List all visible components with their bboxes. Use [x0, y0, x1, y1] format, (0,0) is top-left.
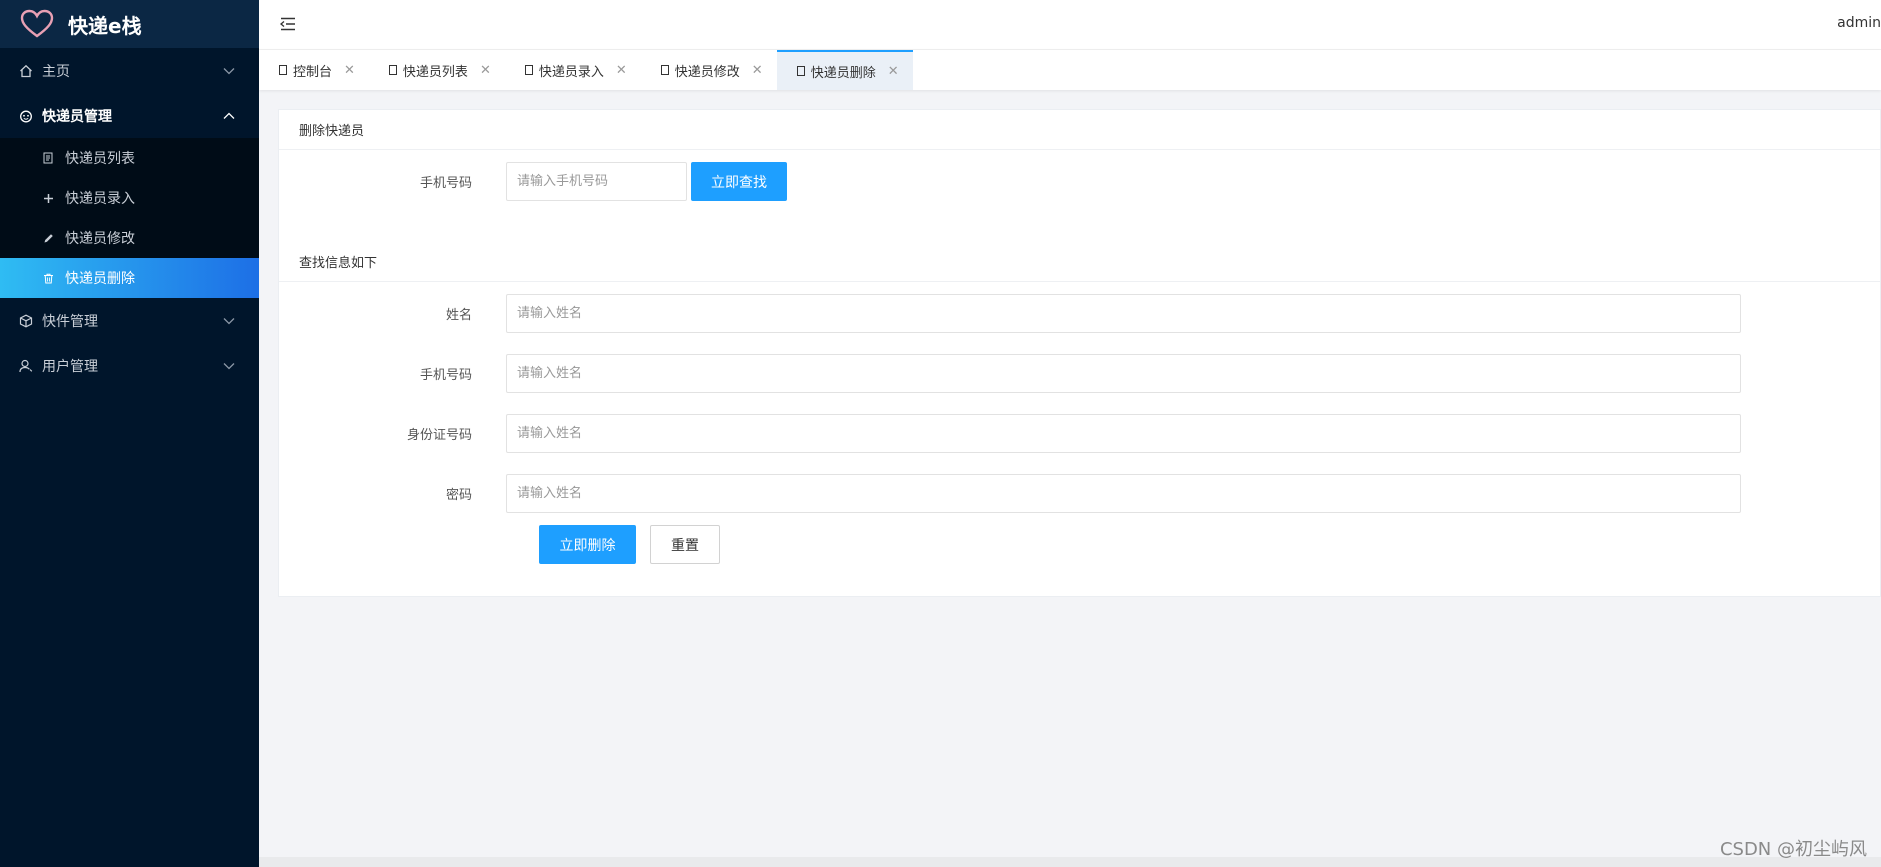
- sidebar-item-label: 快递员管理: [42, 108, 112, 125]
- action-row: 立即删除 重置: [539, 525, 720, 564]
- sidebar-item-courier-list[interactable]: 快递员列表: [0, 138, 259, 178]
- form-label: 身份证号码: [406, 428, 472, 443]
- sidebar-item-label: 快递员删除: [65, 271, 135, 287]
- form-label: 手机号码: [419, 368, 472, 383]
- close-icon[interactable]: ✕: [752, 63, 763, 78]
- sidebar-item-courier-management[interactable]: 快递员管理: [0, 93, 259, 138]
- app-title: 快递e栈: [68, 13, 142, 38]
- section-title-delete: 删除快递员: [279, 110, 1880, 150]
- sidebar: 快递e栈 主页 快递员管理 快递员列表 快递员录入 快递员修改 快递员删除 快件…: [0, 0, 259, 867]
- phone-input[interactable]: [506, 354, 1741, 393]
- tab-doc-icon: [388, 65, 397, 75]
- sidebar-item-courier-edit[interactable]: 快递员修改: [0, 218, 259, 258]
- logo-bar: 快递e栈: [0, 0, 259, 48]
- watermark: CSDN @初尘屿风: [1719, 839, 1867, 860]
- password-input[interactable]: [506, 474, 1741, 513]
- chevron-down-icon: [223, 313, 235, 329]
- section-title-result: 查找信息如下: [279, 242, 1880, 282]
- reset-button[interactable]: 重置: [650, 525, 720, 564]
- pencil-icon: [42, 232, 54, 244]
- tab-doc-icon: [796, 66, 805, 76]
- tab-label: 快递员录入: [538, 64, 604, 80]
- sidebar-item-label: 用户管理: [42, 358, 98, 375]
- name-input[interactable]: [506, 294, 1741, 333]
- form-label: 密码: [445, 488, 472, 503]
- tab-doc-icon: [524, 65, 533, 75]
- password-row: 密码: [279, 474, 1741, 513]
- id-card-row: 身份证号码: [279, 414, 1741, 453]
- sidebar-item-label: 快递员列表: [65, 151, 135, 167]
- tab-doc-icon: [279, 65, 287, 75]
- tab-label: 快递员删除: [810, 65, 876, 81]
- name-row: 姓名: [279, 294, 1741, 333]
- package-icon: [18, 313, 34, 329]
- delete-button[interactable]: 立即删除: [539, 525, 636, 564]
- close-icon[interactable]: ✕: [480, 63, 491, 78]
- id-card-input[interactable]: [506, 414, 1741, 453]
- sidebar-item-label: 快递员修改: [65, 231, 135, 247]
- page-tabs: 控制台 ✕ 快递员列表 ✕ 快递员录入 ✕ 快递员修改 ✕ 快递员删除 ✕: [259, 50, 1881, 90]
- chevron-up-icon: [223, 108, 235, 124]
- sidebar-item-home[interactable]: 主页: [0, 48, 259, 93]
- tab-label: 快递员修改: [674, 64, 740, 80]
- search-button[interactable]: 立即查找: [691, 162, 787, 201]
- tab-courier-list[interactable]: 快递员列表 ✕: [369, 50, 505, 90]
- close-icon[interactable]: ✕: [888, 64, 899, 79]
- tab-courier-delete[interactable]: 快递员删除 ✕: [776, 50, 913, 90]
- top-header: admin: [259, 0, 1881, 50]
- close-icon[interactable]: ✕: [616, 63, 627, 78]
- tab-doc-icon: [660, 65, 669, 75]
- tab-label: 控制台: [293, 64, 333, 80]
- tab-courier-edit[interactable]: 快递员修改 ✕: [641, 50, 777, 90]
- chevron-down-icon: [223, 358, 235, 374]
- sidebar-item-label: 快递员录入: [65, 191, 135, 207]
- delete-courier-card: 删除快递员 手机号码 立即查找 查找信息如下 姓名 手机号码 身份证号码 密码 …: [278, 109, 1881, 597]
- sidebar-item-user-management[interactable]: 用户管理: [0, 343, 259, 388]
- courier-icon: [18, 108, 34, 124]
- form-label: 手机号码: [419, 176, 472, 191]
- menu-fold-icon[interactable]: [279, 15, 297, 33]
- heart-logo-icon: [20, 9, 54, 38]
- phone-row: 手机号码: [279, 354, 1741, 393]
- user-icon: [18, 358, 34, 374]
- form-label: 姓名: [445, 308, 472, 323]
- horizontal-scrollbar[interactable]: [259, 857, 1881, 867]
- trash-icon: [42, 272, 54, 284]
- phone-search-row: 手机号码 立即查找: [279, 162, 787, 201]
- home-icon: [18, 63, 34, 79]
- chevron-down-icon: [223, 63, 235, 79]
- user-menu[interactable]: admin: [1837, 15, 1881, 31]
- phone-search-input[interactable]: [506, 162, 687, 201]
- tab-courier-add[interactable]: 快递员录入 ✕: [505, 50, 641, 90]
- sidebar-item-courier-add[interactable]: 快递员录入: [0, 178, 259, 218]
- sidebar-item-courier-delete[interactable]: 快递员删除: [0, 258, 259, 298]
- sidebar-item-package-management[interactable]: 快件管理: [0, 298, 259, 343]
- list-doc-icon: [42, 152, 54, 164]
- sidebar-item-label: 快件管理: [42, 313, 98, 330]
- plus-icon: [42, 192, 54, 204]
- tab-label: 快递员列表: [402, 64, 468, 80]
- close-icon[interactable]: ✕: [344, 63, 355, 78]
- tab-console[interactable]: 控制台 ✕: [259, 50, 369, 90]
- courier-submenu: 快递员列表 快递员录入 快递员修改 快递员删除: [0, 138, 259, 298]
- sidebar-item-label: 主页: [42, 63, 70, 80]
